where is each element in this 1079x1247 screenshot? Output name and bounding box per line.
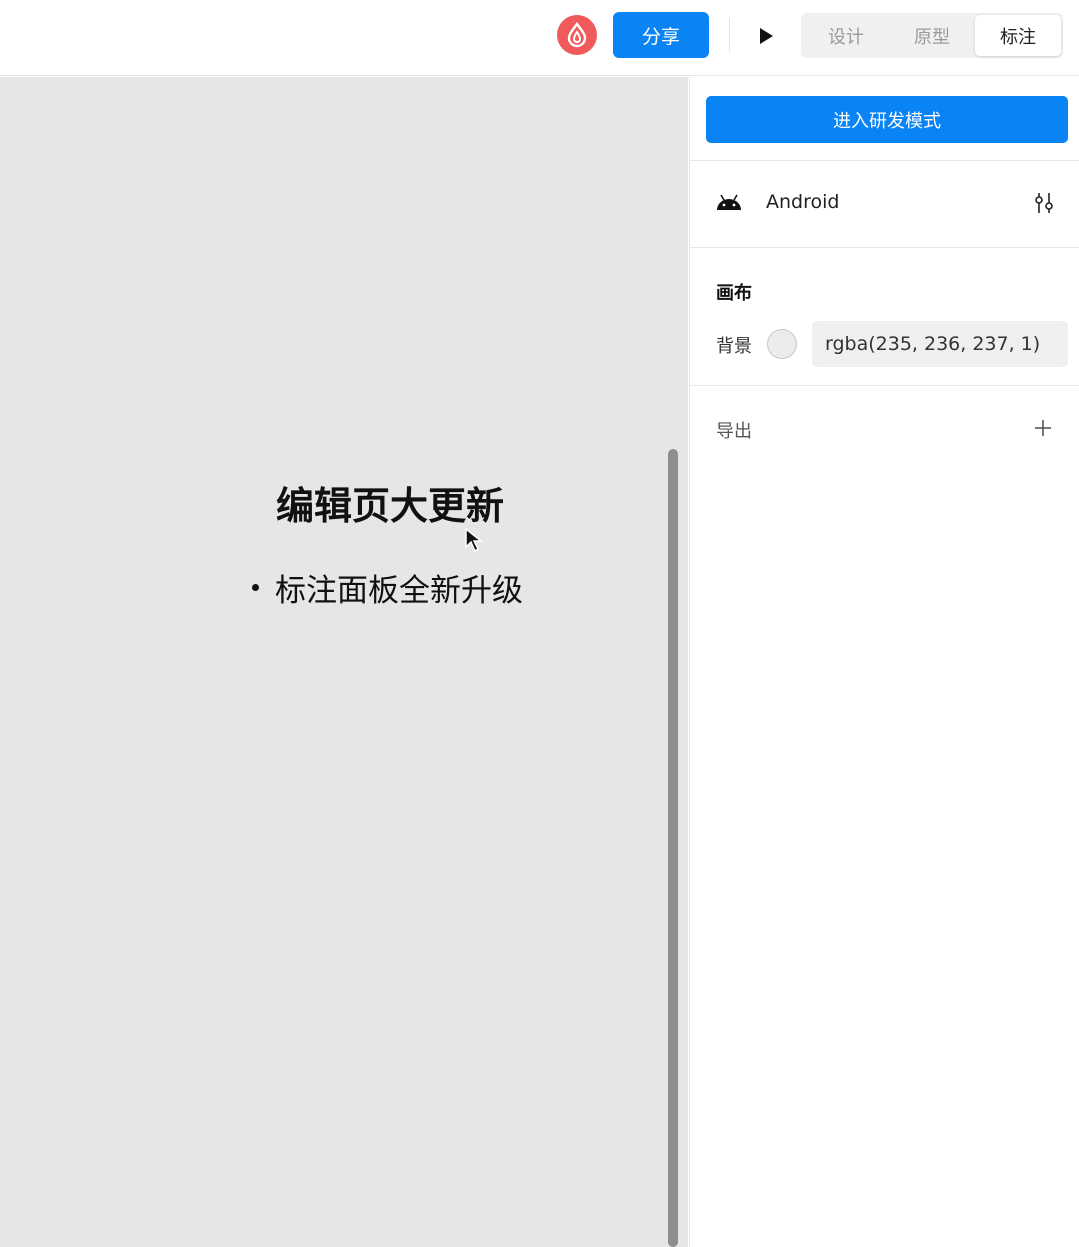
annotation-panel: 进入研发模式 Android 画布 背景 rgba(235, 236, 237,… [689,77,1079,1247]
design-canvas[interactable]: 编辑页大更新 标注面板全新升级 [0,77,688,1247]
canvas-title: 编辑页大更新 [275,484,504,528]
canvas-bullet-text: 标注面板全新升级 [275,573,523,609]
canvas-section-title: 画布 [716,283,752,304]
panel-divider [690,247,1079,248]
background-color-swatch[interactable] [767,329,797,359]
mode-switch: 设计 原型 标注 [801,13,1063,58]
share-button[interactable]: 分享 [613,12,709,58]
panel-divider [690,385,1079,386]
platform-label: Android [766,191,840,213]
add-export-icon[interactable] [1033,418,1053,442]
export-label: 导出 [716,421,752,442]
mouse-cursor-icon [464,527,486,557]
tab-design[interactable]: 设计 [803,15,889,56]
bullet-dot [252,584,259,591]
adjust-settings-icon[interactable] [1032,191,1056,219]
tab-annotation[interactable]: 标注 [975,15,1061,56]
enter-dev-mode-button[interactable]: 进入研发模式 [706,96,1068,143]
tab-prototype[interactable]: 原型 [889,15,975,56]
play-icon[interactable] [750,20,782,52]
canvas-scrollbar[interactable] [668,449,678,1247]
app-logo-icon[interactable] [557,15,597,55]
android-icon [716,194,742,216]
background-color-value[interactable]: rgba(235, 236, 237, 1) [812,321,1068,367]
background-label: 背景 [716,336,752,357]
top-toolbar: 分享 设计 原型 标注 [0,0,1079,76]
platform-selector[interactable]: Android [690,161,1079,247]
toolbar-divider [729,18,730,52]
canvas-bullet-item: 标注面板全新升级 [252,565,523,610]
